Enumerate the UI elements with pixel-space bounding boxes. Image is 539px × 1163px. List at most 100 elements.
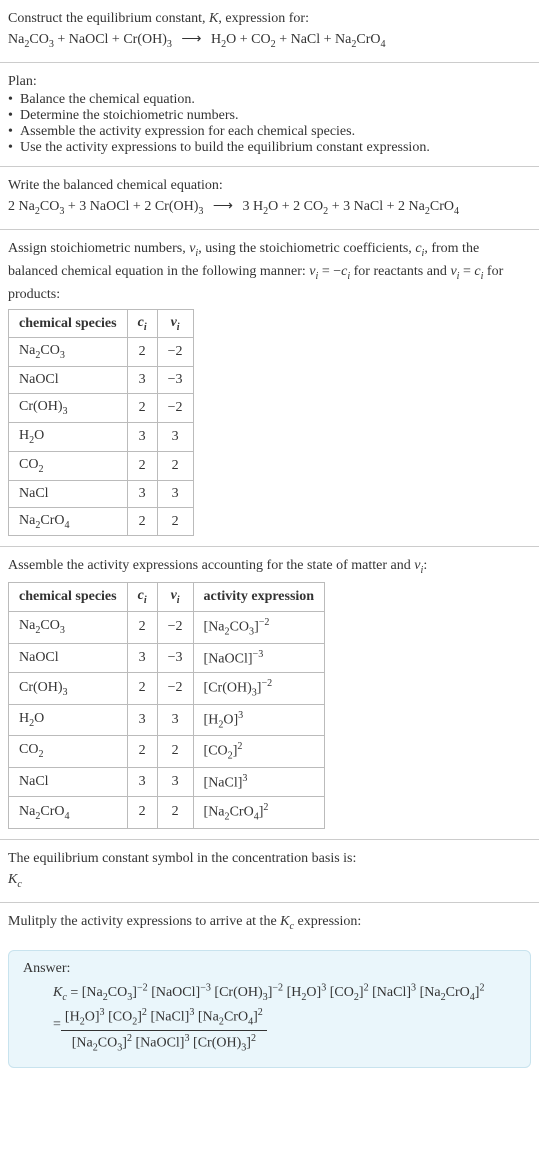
col-activity-expression: activity expression	[193, 583, 325, 612]
col-vi: νi	[157, 583, 193, 612]
table-row: Na2CO32−2	[9, 338, 194, 367]
activity-heading: Assemble the activity expressions accoun…	[8, 555, 531, 578]
plan-item: •Determine the stoichiometric numbers.	[8, 108, 531, 124]
cell-ci: 2	[127, 673, 157, 704]
cell-species: Na2CrO4	[9, 507, 128, 536]
cell-vi: −2	[157, 338, 193, 367]
balanced-equation: 2 Na2CO3 + 3 NaOCl + 2 Cr(OH)3 ⟶ 3 H2O +…	[8, 196, 531, 219]
stoichiometric-section: Assign stoichiometric numbers, νi, using…	[0, 230, 539, 548]
bullet-icon: •	[8, 92, 20, 108]
prompt-text-suffix: , expression for:	[218, 11, 309, 26]
kc-fraction-line: = [H2O]3 [CO2]2 [NaCl]3 [Na2CrO4]2 [Na2C…	[53, 1007, 516, 1053]
cell-vi: −3	[157, 643, 193, 673]
cell-activity: [CO2]2	[193, 736, 325, 767]
equals-sign: =	[70, 985, 81, 1000]
eq-rhs: H2O + CO2 + NaCl + Na2CrO4	[211, 32, 386, 47]
equals-sign: =	[53, 1007, 61, 1033]
cell-ci: 2	[127, 338, 157, 367]
table-row: H2O33	[9, 423, 194, 452]
plan-item-text: Balance the chemical equation.	[20, 92, 195, 108]
prompt-text-prefix: Construct the equilibrium constant,	[8, 11, 209, 26]
cell-vi: 3	[157, 423, 193, 452]
cell-activity: [H2O]3	[193, 704, 325, 735]
col-ci: ci	[127, 309, 157, 338]
cell-species: Na2CO3	[9, 338, 128, 367]
cell-ci: 3	[127, 423, 157, 452]
cell-ci: 2	[127, 612, 157, 643]
reaction-arrow-icon: ⟶	[175, 32, 207, 47]
col-ci: ci	[127, 583, 157, 612]
eq-lhs: Na2CO3 + NaOCl + Cr(OH)3	[8, 32, 172, 47]
cell-vi: 2	[157, 451, 193, 480]
cell-species: NaOCl	[9, 367, 128, 394]
table-row: NaCl33	[9, 480, 194, 507]
table-row: Na2CrO422	[9, 507, 194, 536]
cell-species: H2O	[9, 423, 128, 452]
plan-item-text: Determine the stoichiometric numbers.	[20, 108, 239, 124]
plan-item: •Balance the chemical equation.	[8, 92, 531, 108]
table-row: NaCl33[NaCl]3	[9, 767, 325, 797]
table-row: CO222[CO2]2	[9, 736, 325, 767]
cell-ci: 2	[127, 736, 157, 767]
table-row: CO222	[9, 451, 194, 480]
cell-vi: 2	[157, 797, 193, 828]
plan-section: Plan: •Balance the chemical equation. •D…	[0, 63, 539, 167]
bullet-icon: •	[8, 108, 20, 124]
cell-activity: [Na2CO3]−2	[193, 612, 325, 643]
table-row: Cr(OH)32−2[Cr(OH)3]−2	[9, 673, 325, 704]
cell-species: CO2	[9, 736, 128, 767]
col-species: chemical species	[9, 309, 128, 338]
cell-vi: 3	[157, 704, 193, 735]
cell-vi: −2	[157, 612, 193, 643]
kc-flat-line: Kc = [Na2CO3]−2 [NaOCl]−3 [Cr(OH)3]−2 [H…	[53, 981, 516, 1006]
cell-species: Na2CO3	[9, 612, 128, 643]
cell-vi: 2	[157, 736, 193, 767]
table-row: NaOCl3−3[NaOCl]−3	[9, 643, 325, 673]
cell-ci: 3	[127, 367, 157, 394]
col-vi: νi	[157, 309, 193, 338]
cell-species: NaCl	[9, 480, 128, 507]
kc-expression: Kc = [Na2CO3]−2 [NaOCl]−3 [Cr(OH)3]−2 [H…	[23, 981, 516, 1053]
prompt-line-1: Construct the equilibrium constant, K, e…	[8, 8, 531, 29]
cell-species: Cr(OH)3	[9, 673, 128, 704]
table-row: Na2CO32−2[Na2CO3]−2	[9, 612, 325, 643]
cell-ci: 2	[127, 507, 157, 536]
kc-denominator: [Na2CO3]2 [NaOCl]3 [Cr(OH)3]2	[61, 1031, 267, 1053]
basis-text: The equilibrium constant symbol in the c…	[8, 848, 531, 869]
balanced-heading: Write the balanced chemical equation:	[8, 175, 531, 196]
cell-vi: 3	[157, 767, 193, 797]
plan-item-text: Use the activity expressions to build th…	[20, 140, 430, 156]
kc-fraction: [H2O]3 [CO2]2 [NaCl]3 [Na2CrO4]2 [Na2CO3…	[61, 1007, 267, 1053]
plan-item: •Use the activity expressions to build t…	[8, 140, 531, 156]
cell-vi: 3	[157, 480, 193, 507]
cell-species: CO2	[9, 451, 128, 480]
table-header-row: chemical species ci νi activity expressi…	[9, 583, 325, 612]
bullet-icon: •	[8, 140, 20, 156]
table-row: NaOCl3−3	[9, 367, 194, 394]
plan-item: •Assemble the activity expression for ea…	[8, 124, 531, 140]
cell-vi: 2	[157, 507, 193, 536]
multiply-text: Mulitply the activity expressions to arr…	[8, 911, 531, 934]
activity-table: chemical species ci νi activity expressi…	[8, 582, 325, 828]
cell-ci: 3	[127, 704, 157, 735]
cell-ci: 2	[127, 797, 157, 828]
bullet-icon: •	[8, 124, 20, 140]
cell-ci: 3	[127, 643, 157, 673]
table-row: H2O33[H2O]3	[9, 704, 325, 735]
table-header-row: chemical species ci νi	[9, 309, 194, 338]
stoich-intro: Assign stoichiometric numbers, νi, using…	[8, 238, 531, 305]
cell-vi: −3	[157, 367, 193, 394]
cell-activity: [Na2CrO4]2	[193, 797, 325, 828]
problem-statement: Construct the equilibrium constant, K, e…	[0, 0, 539, 63]
cell-activity: [NaOCl]−3	[193, 643, 325, 673]
cell-ci: 2	[127, 394, 157, 423]
balanced-equation-section: Write the balanced chemical equation: 2 …	[0, 167, 539, 230]
cell-activity: [NaCl]3	[193, 767, 325, 797]
col-species: chemical species	[9, 583, 128, 612]
cell-species: NaOCl	[9, 643, 128, 673]
table-row: Na2CrO422[Na2CrO4]2	[9, 797, 325, 828]
kc-flat-product: [Na2CO3]−2 [NaOCl]−3 [Cr(OH)3]−2 [H2O]3 …	[82, 985, 485, 1000]
reaction-arrow-icon: ⟶	[207, 199, 239, 214]
cell-activity: [Cr(OH)3]−2	[193, 673, 325, 704]
cell-species: Cr(OH)3	[9, 394, 128, 423]
